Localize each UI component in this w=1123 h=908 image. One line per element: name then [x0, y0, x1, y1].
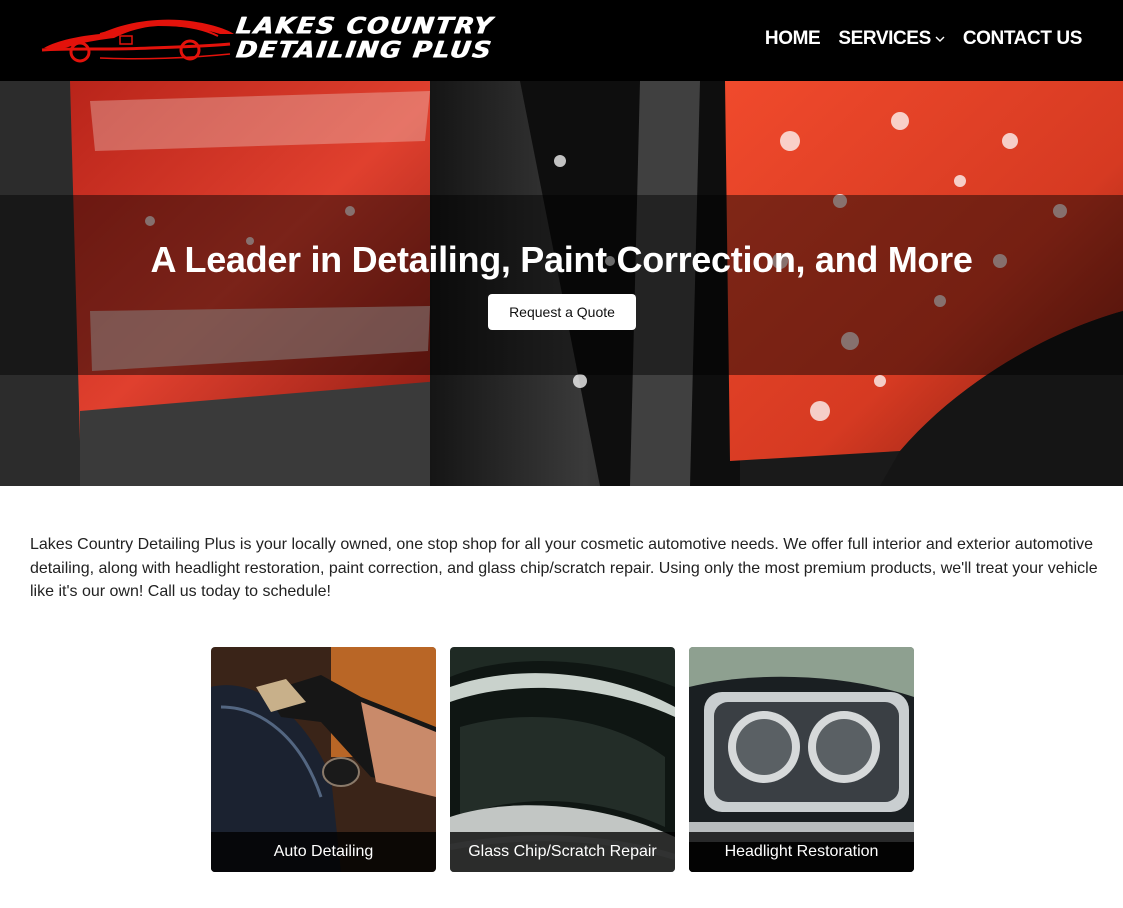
site-header: LAKES COUNTRY DETAILING PLUS HOME SERVIC… [0, 0, 1123, 81]
nav-contact-label: CONTACT US [962, 28, 1083, 49]
hero-section: A Leader in Detailing, Paint Correction,… [0, 81, 1123, 486]
nav-home-label: HOME [764, 28, 821, 49]
service-card-label: Auto Detailing [211, 832, 436, 872]
nav-contact[interactable]: CONTACT US [962, 28, 1083, 50]
chevron-down-icon [935, 36, 945, 42]
nav-home[interactable]: HOME [764, 28, 821, 50]
hero-overlay [0, 195, 1123, 375]
logo-line-1: LAKES COUNTRY [234, 12, 496, 39]
service-card-glass-repair[interactable]: Glass Chip/Scratch Repair [450, 647, 675, 872]
service-card-headlight-restoration[interactable]: Headlight Restoration [689, 647, 914, 872]
nav-services[interactable]: SERVICES [838, 28, 945, 50]
logo-wordmark: LAKES COUNTRY DETAILING PLUS [234, 12, 536, 63]
sports-car-icon [41, 19, 234, 63]
nav-services-label: SERVICES [838, 28, 931, 49]
services-grid: Auto Detailing Glass Chip/Scratch Repair… [211, 647, 915, 872]
site-logo[interactable]: LAKES COUNTRY DETAILING PLUS [40, 12, 540, 68]
service-card-label: Headlight Restoration [689, 832, 914, 872]
logo-line-2: DETAILING PLUS [234, 36, 495, 63]
hero-title: A Leader in Detailing, Paint Correction,… [150, 239, 973, 280]
service-card-auto-detailing[interactable]: Auto Detailing [211, 647, 436, 872]
request-quote-button[interactable]: Request a Quote [488, 294, 636, 330]
intro-paragraph: Lakes Country Detailing Plus is your loc… [30, 536, 1098, 600]
main-nav: HOME SERVICES CONTACT US [765, 26, 1082, 52]
service-card-label: Glass Chip/Scratch Repair [450, 832, 675, 872]
